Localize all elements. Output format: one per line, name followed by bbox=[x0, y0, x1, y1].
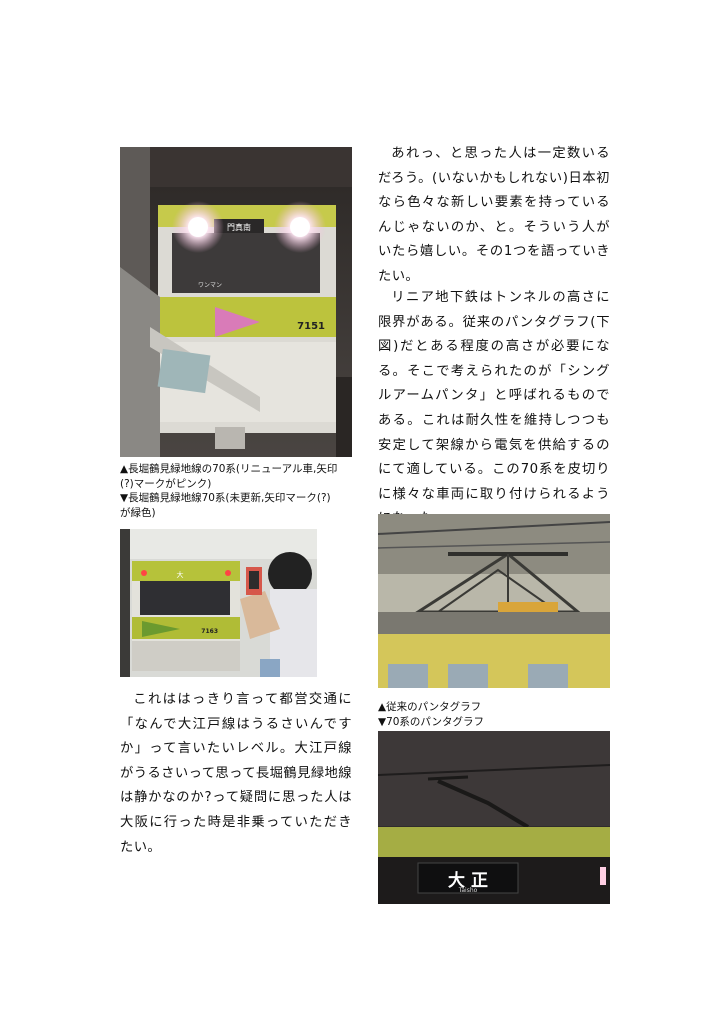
caption-unrenewed-line1: ▼長堀鶴見緑地線70系(未更新,矢印マーク(?) bbox=[120, 492, 331, 504]
photo-train-70-renewal: 門真南 7151 ワンマン bbox=[120, 147, 352, 457]
caption-photo1-photo2: ▲長堀鶴見緑地線の70系(リニューアル車,矢印 (?)マークがピンク) ▼長堀鶴… bbox=[120, 462, 360, 520]
photo-single-arm-pantograph: 大 正 Taisho bbox=[378, 731, 610, 904]
destination-sign: 門真南 bbox=[227, 222, 251, 232]
caption-conventional: ▲従来のパンタグラフ bbox=[378, 701, 482, 713]
svg-text:大: 大 bbox=[177, 570, 184, 579]
car-number: 7151 bbox=[297, 321, 325, 332]
photo-train-70-original: 大 7163 bbox=[120, 529, 317, 677]
destination-romaji: Taisho bbox=[458, 887, 478, 894]
caption-70-series: ▼70系のパンタグラフ bbox=[378, 715, 484, 728]
caption-pantographs: ▲従来のパンタグラフ ▼70系のパンタグラフ bbox=[378, 700, 610, 729]
right-body-paragraph-2: リニア地下鉄はトンネルの高さに限界がある。従来のパンタグラフ(下図)だとある程度… bbox=[378, 290, 610, 526]
caption-renewal-line1: ▲長堀鶴見緑地線の70系(リニューアル車,矢印 bbox=[120, 463, 338, 475]
photo-conventional-pantograph bbox=[378, 514, 610, 688]
caption-renewal-line2: (?)マークがピンク) bbox=[120, 477, 212, 490]
left-body-paragraph: これははっきり言って都営交通に「なんで大江戸線はうるさいんですか」って言いたいレ… bbox=[120, 692, 352, 855]
right-body-paragraph-1: あれっ、と思った人は一定数いるだろう。(いないかもしれない)日本初なら色々な新し… bbox=[378, 146, 610, 284]
oneman-label: ワンマン bbox=[198, 282, 222, 289]
caption-unrenewed-line2: が緑色) bbox=[120, 506, 156, 519]
car-number-2: 7163 bbox=[201, 628, 218, 635]
